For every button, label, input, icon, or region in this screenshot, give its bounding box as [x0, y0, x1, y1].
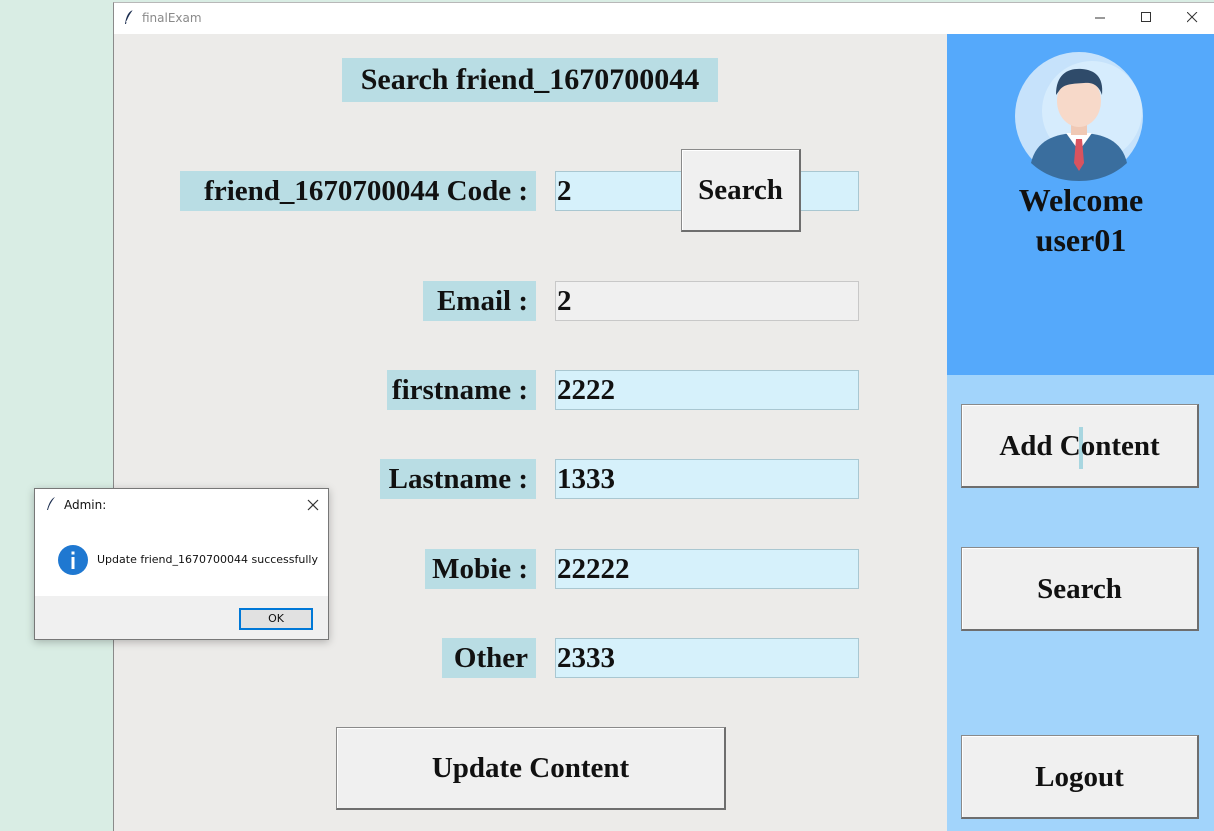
code-label: friend_1670700044 Code :	[180, 171, 536, 211]
dialog-message: Update friend_1670700044 successfully	[97, 553, 318, 566]
maximize-button[interactable]	[1123, 3, 1169, 33]
other-label: Other	[442, 638, 536, 678]
search-button[interactable]: Search	[681, 149, 801, 232]
window-title: finalExam	[142, 11, 202, 25]
dialog-title: Admin:	[64, 498, 107, 512]
logout-button[interactable]: Logout	[961, 735, 1199, 819]
feather-icon	[47, 497, 55, 510]
dialog-footer: OK	[35, 596, 328, 639]
message-dialog: Admin: Update friend_1670700044 successf…	[34, 488, 329, 640]
firstname-label: firstname :	[387, 370, 536, 410]
lastname-input[interactable]: 1333	[555, 459, 859, 499]
lastname-label: Lastname :	[380, 459, 536, 499]
add-content-label-end: ontent	[1080, 430, 1160, 462]
minimize-button[interactable]	[1077, 3, 1123, 33]
welcome-text: Welcome user01	[947, 180, 1214, 260]
mobie-label: Mobie :	[425, 549, 536, 589]
firstname-input[interactable]: 2222	[555, 370, 859, 410]
sidebar-header: Welcome user01	[947, 34, 1214, 375]
dialog-close-icon[interactable]	[303, 495, 323, 515]
maximize-icon	[1141, 12, 1151, 22]
username-label: user01	[1035, 222, 1127, 258]
minimize-icon	[1095, 17, 1105, 19]
update-content-button[interactable]: Update Content	[336, 727, 726, 810]
sidebar-search-button[interactable]: Search	[961, 547, 1199, 631]
add-content-button[interactable]: Add Content	[961, 404, 1199, 488]
sidebar-menu: Add Content Search Logout	[947, 375, 1214, 831]
main-window: finalExam Search friend_1670700044 frien…	[113, 2, 1214, 831]
add-content-label-start: Add C	[999, 430, 1081, 462]
welcome-line: Welcome	[1018, 182, 1144, 218]
other-input[interactable]: 2333	[555, 638, 859, 678]
mobie-input[interactable]: 22222	[555, 549, 859, 589]
ok-button[interactable]: OK	[239, 608, 313, 630]
form-panel: Search friend_1670700044 friend_16707000…	[114, 34, 947, 831]
user-avatar-icon	[1015, 52, 1143, 181]
email-label: Email :	[423, 281, 536, 321]
page-title: Search friend_1670700044	[342, 58, 718, 102]
close-icon	[1187, 12, 1198, 23]
info-icon	[58, 545, 88, 575]
close-button[interactable]	[1169, 3, 1214, 33]
email-field[interactable]: 2	[555, 281, 859, 321]
title-bar[interactable]: finalExam	[114, 3, 1214, 34]
feather-icon	[125, 9, 134, 24]
